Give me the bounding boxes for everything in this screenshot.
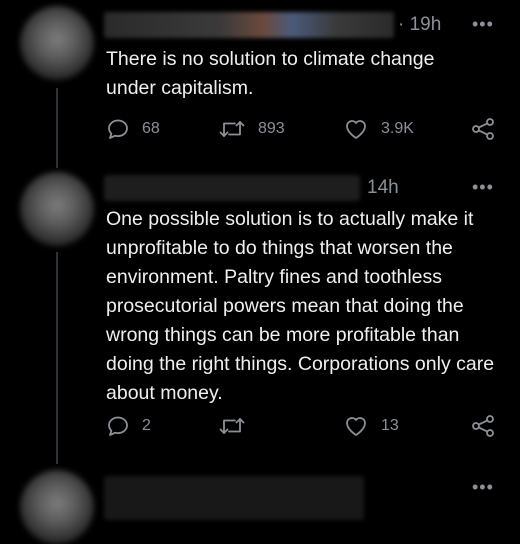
tweet-timestamp[interactable]: · 19h xyxy=(398,14,441,36)
author-name-blurred[interactable] xyxy=(104,175,360,201)
like-icon xyxy=(343,117,369,141)
author-name-blurred[interactable] xyxy=(104,476,364,520)
reply-icon xyxy=(106,414,130,438)
retweet-icon xyxy=(218,117,246,141)
retweet-button[interactable] xyxy=(218,414,258,438)
like-button[interactable]: 13 xyxy=(343,414,399,438)
author-name-blurred[interactable] xyxy=(104,12,394,38)
more-icon[interactable]: ••• xyxy=(472,177,494,198)
like-count: 3.9K xyxy=(381,120,414,137)
tweet-timestamp[interactable]: 14h xyxy=(367,177,399,199)
like-button[interactable]: 3.9K xyxy=(343,117,414,141)
reply-icon xyxy=(106,117,130,141)
tweet-text: One possible solution is to actually mak… xyxy=(106,208,495,404)
more-icon[interactable]: ••• xyxy=(472,477,494,498)
more-icon[interactable]: ••• xyxy=(472,14,494,35)
avatar[interactable] xyxy=(20,6,94,80)
thread-line xyxy=(56,88,58,168)
tweet-text: There is no solution to climate change u… xyxy=(106,48,435,99)
reply-button[interactable]: 68 xyxy=(106,117,160,141)
thread-line xyxy=(56,252,58,464)
retweet-icon xyxy=(218,414,246,438)
reply-button[interactable]: 2 xyxy=(106,414,151,438)
like-icon xyxy=(343,414,369,438)
retweet-button[interactable]: 893 xyxy=(218,117,285,141)
avatar[interactable] xyxy=(20,172,94,246)
like-count: 13 xyxy=(381,417,399,434)
share-icon[interactable] xyxy=(470,414,496,443)
reply-count: 2 xyxy=(142,417,151,434)
retweet-count: 893 xyxy=(258,120,285,137)
share-icon[interactable] xyxy=(470,117,496,146)
avatar[interactable] xyxy=(20,470,94,544)
reply-count: 68 xyxy=(142,120,160,137)
